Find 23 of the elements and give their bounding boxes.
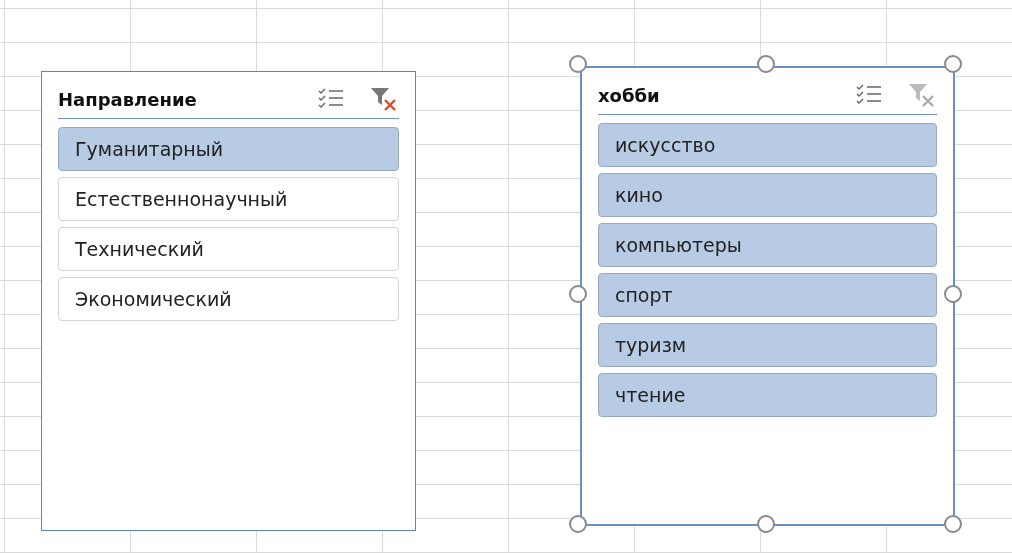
slicer-item[interactable]: искусство: [598, 123, 937, 167]
slicer-item[interactable]: Технический: [58, 227, 399, 271]
slicer-item[interactable]: Экономический: [58, 277, 399, 321]
clear-filter-icon[interactable]: [907, 82, 937, 108]
slicer-item[interactable]: туризм: [598, 323, 937, 367]
slicer-item[interactable]: спорт: [598, 273, 937, 317]
clear-filter-icon[interactable]: [369, 86, 399, 112]
slicer-title: Направление: [58, 88, 198, 110]
slicer-panel[interactable]: Направление Гуманитарный Естественнонаучный Технический Экономический: [41, 71, 416, 531]
resize-handle[interactable]: [944, 55, 962, 73]
resize-handle[interactable]: [569, 285, 587, 303]
resize-handle[interactable]: [569, 515, 587, 533]
slicer-item[interactable]: Гуманитарный: [58, 127, 399, 171]
slicer-item[interactable]: чтение: [598, 373, 937, 417]
resize-handle[interactable]: [756, 55, 775, 73]
resize-handle[interactable]: [569, 55, 587, 73]
resize-handle[interactable]: [944, 515, 962, 533]
slicer-title: хобби: [598, 84, 661, 106]
slicer-item[interactable]: компьютеры: [598, 223, 937, 267]
slicer-item[interactable]: кино: [598, 173, 937, 217]
resize-handle[interactable]: [944, 285, 962, 303]
slicer-panel[interactable]: хобби искусство кино компьютеры спорт туризм чтение: [580, 66, 955, 526]
slicer-item[interactable]: Естественнонаучный: [58, 177, 399, 221]
